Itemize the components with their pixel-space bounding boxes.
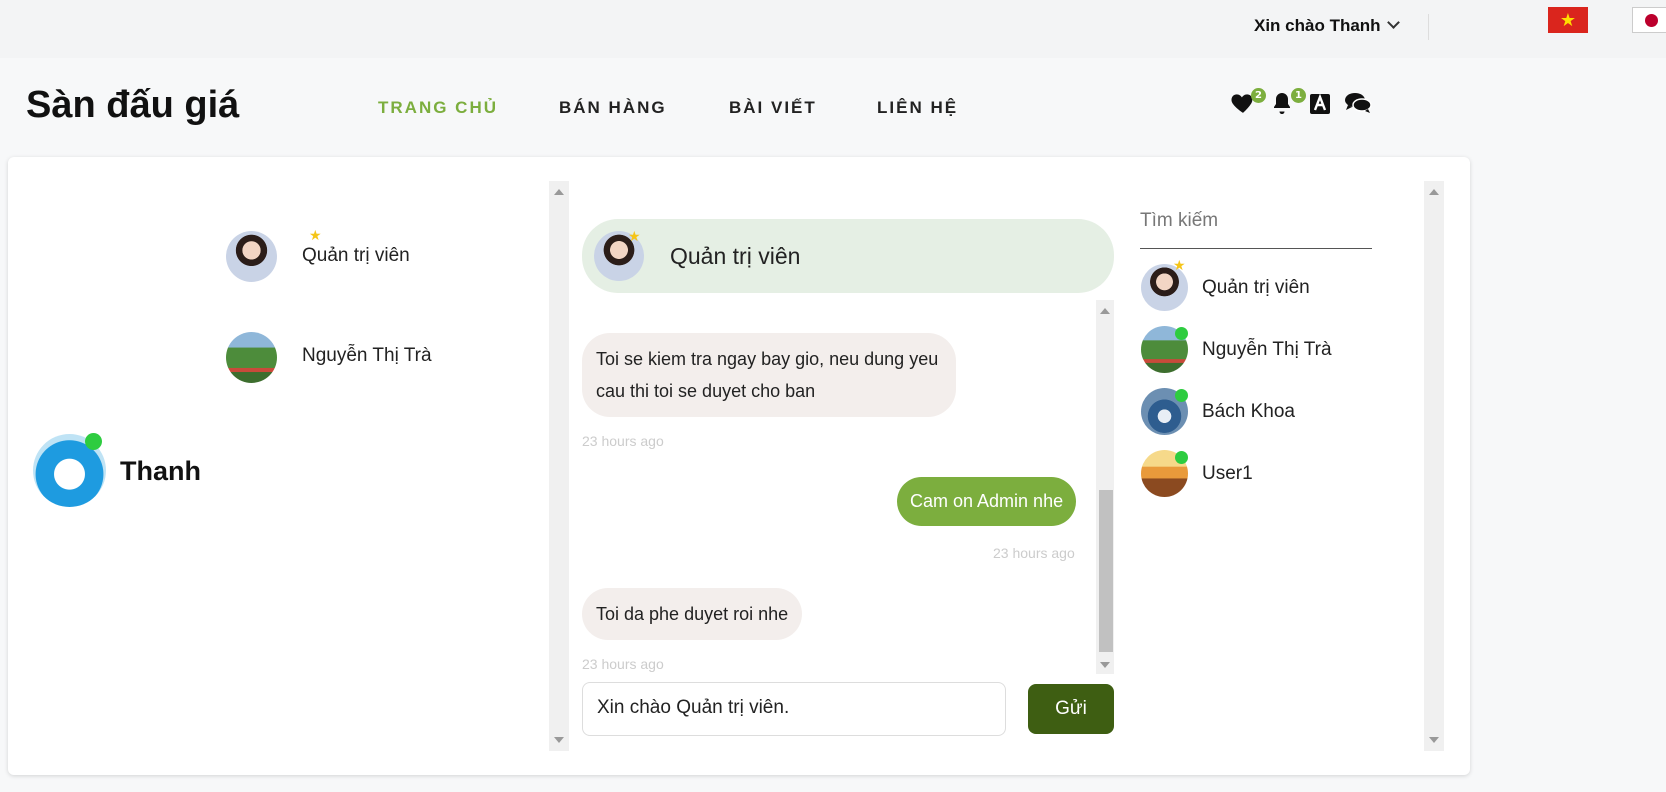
favorites-button[interactable]: 2 — [1230, 88, 1266, 116]
scroll-down-icon[interactable] — [1429, 737, 1439, 743]
avatar — [226, 332, 277, 383]
chat-bubbles-icon — [1345, 93, 1372, 113]
translate-button[interactable] — [1308, 90, 1334, 116]
message-bubble-sent: Cam on Admin nhe — [897, 477, 1077, 526]
scroll-up-icon[interactable] — [1429, 189, 1439, 195]
chevron-down-icon — [1386, 16, 1400, 29]
vietnam-flag-icon[interactable]: ★ — [1548, 7, 1588, 33]
messages-button[interactable] — [1344, 90, 1372, 116]
notifications-count-badge: 1 — [1291, 88, 1306, 103]
scrollbar[interactable] — [549, 181, 569, 751]
message-bubble-received: Toi se kiem tra ngay bay gio, neu dung y… — [582, 333, 956, 417]
scrollbar-thumb[interactable] — [1099, 490, 1113, 652]
scroll-up-icon[interactable] — [1100, 308, 1110, 314]
send-button[interactable]: Gửi — [1028, 684, 1114, 734]
scroll-up-icon[interactable] — [554, 189, 564, 195]
star-icon: ★ — [628, 229, 641, 245]
message-scrollbar[interactable] — [1096, 300, 1114, 674]
online-status-icon — [85, 433, 102, 450]
message-timestamp: 23 hours ago — [582, 433, 664, 449]
message-timestamp: 23 hours ago — [993, 545, 1075, 561]
chat-title: Quản trị viên — [670, 243, 801, 269]
search-input[interactable]: Tìm kiếm — [1140, 210, 1372, 249]
online-status-icon — [1175, 389, 1188, 402]
nav-posts[interactable]: BÀI VIẾT — [729, 98, 817, 118]
scroll-down-icon[interactable] — [1100, 662, 1110, 668]
nav-contact[interactable]: LIÊN HỆ — [877, 98, 958, 118]
message-timestamp: 23 hours ago — [582, 656, 664, 672]
message-bubble-received: Toi da phe duyet roi nhe — [582, 588, 803, 640]
notifications-button[interactable]: 1 — [1270, 88, 1306, 116]
message-input[interactable]: Xin chào Quản trị viên. — [582, 682, 1006, 736]
scrollbar[interactable] — [1424, 181, 1444, 751]
current-user-name: Thanh — [120, 456, 201, 486]
site-logo[interactable]: Sàn đấu giá — [26, 84, 239, 127]
user-name: User1 — [1202, 463, 1253, 484]
divider — [1428, 14, 1429, 40]
contact-name: Nguyễn Thị Trà — [302, 345, 432, 366]
user-name: Nguyễn Thị Trà — [1202, 339, 1332, 360]
japan-flag-icon[interactable] — [1632, 7, 1666, 33]
top-bar: Xin chào Thanh ★ — [0, 0, 1666, 58]
nav-home[interactable]: TRANG CHỦ — [378, 98, 498, 118]
star-icon: ★ — [309, 228, 322, 244]
star-icon: ★ — [1173, 258, 1186, 274]
chat-header: ★ Quản trị viên — [582, 219, 1114, 293]
user-greeting-dropdown[interactable]: Xin chào Thanh — [1254, 16, 1400, 36]
greeting-text: Xin chào Thanh — [1254, 16, 1381, 35]
scroll-down-icon[interactable] — [554, 737, 564, 743]
favorites-count-badge: 2 — [1251, 88, 1266, 103]
user-name: Bách Khoa — [1202, 401, 1295, 422]
online-status-icon — [1175, 327, 1188, 340]
font-icon — [1310, 93, 1330, 114]
user-name: Quản trị viên — [1202, 277, 1310, 298]
nav-sell[interactable]: BÁN HÀNG — [559, 98, 667, 118]
avatar — [226, 231, 277, 282]
contact-name: Quản trị viên — [302, 245, 410, 266]
online-status-icon — [1175, 451, 1188, 464]
